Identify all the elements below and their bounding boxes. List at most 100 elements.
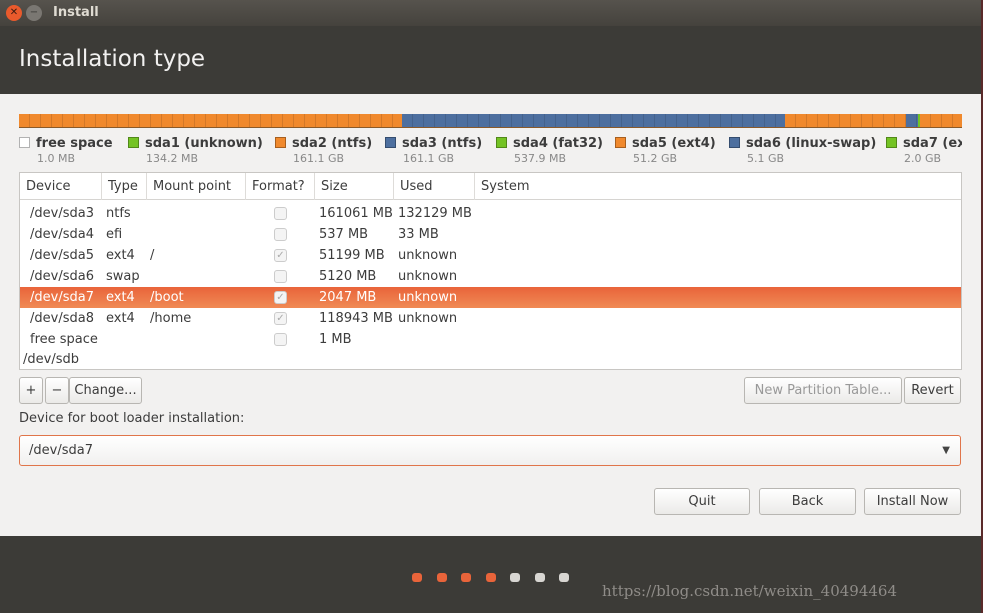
bootloader-device-select[interactable]: /dev/sda7 ▼ xyxy=(19,435,961,466)
new-partition-table-button[interactable]: New Partition Table... xyxy=(744,377,902,404)
legend-name: sda7 (ex xyxy=(903,136,962,151)
column-device[interactable]: Device xyxy=(20,173,102,200)
device-cell: /dev/sda4 xyxy=(30,227,94,242)
disk-row[interactable]: /dev/sdb xyxy=(20,349,961,369)
column-system[interactable]: System xyxy=(475,173,961,200)
partition-bar xyxy=(19,114,962,128)
format-checkbox[interactable] xyxy=(274,270,287,283)
mount-cell: /home xyxy=(150,311,192,326)
device-cell: /dev/sda3 xyxy=(30,206,94,221)
device-cell: /dev/sda8 xyxy=(30,311,94,326)
table-row[interactable]: /dev/sda3 ntfs 161061 MB 132129 MB xyxy=(20,203,961,224)
bootloader-label: Device for boot loader installation: xyxy=(19,411,245,426)
legend-name: sda3 (ntfs) xyxy=(402,136,483,151)
progress-dot xyxy=(510,573,520,582)
device-cell: /dev/sda6 xyxy=(30,269,94,284)
partition-segment xyxy=(920,114,962,127)
column-mount-point[interactable]: Mount point xyxy=(147,173,246,200)
type-cell: swap xyxy=(106,269,140,284)
table-row[interactable]: /dev/sda7 ext4 /boot ✓ 2047 MB unknown xyxy=(20,287,961,308)
bootloader-device-value: /dev/sda7 xyxy=(29,443,93,458)
table-row[interactable]: free space 1 MB xyxy=(20,329,961,350)
close-icon[interactable]: ✕ xyxy=(6,5,22,21)
mount-cell: /boot xyxy=(150,290,184,305)
legend-swatch xyxy=(275,137,286,148)
legend-size: 161.1 GB xyxy=(293,152,345,165)
size-cell: 51199 MB xyxy=(319,248,385,263)
legend-size: 161.1 GB xyxy=(403,152,455,165)
add-partition-button[interactable]: + xyxy=(19,377,43,404)
quit-button[interactable]: Quit xyxy=(654,488,750,515)
revert-button[interactable]: Revert xyxy=(904,377,961,404)
partition-segment xyxy=(906,114,918,127)
progress-dot xyxy=(436,573,447,582)
watermark: https://blog.csdn.net/weixin_40494464 xyxy=(602,582,898,600)
format-checkbox[interactable] xyxy=(274,333,287,346)
legend-size: 51.2 GB xyxy=(633,152,678,165)
legend-item: sda3 (ntfs) 161.1 GB xyxy=(385,136,483,165)
size-cell: 118943 MB xyxy=(319,311,393,326)
window-title: Install xyxy=(53,5,99,20)
device-cell: /dev/sda7 xyxy=(30,290,94,305)
legend-item: sda5 (ext4) 51.2 GB xyxy=(615,136,716,165)
device-cell: /dev/sda5 xyxy=(30,248,94,263)
remove-partition-button[interactable]: − xyxy=(45,377,69,404)
size-cell: 1 MB xyxy=(319,332,352,347)
install-now-button[interactable]: Install Now xyxy=(864,488,961,515)
legend-swatch xyxy=(496,137,507,148)
used-cell: unknown xyxy=(398,311,458,326)
legend-size: 537.9 MB xyxy=(514,152,567,165)
change-button[interactable]: Change... xyxy=(69,377,142,404)
partition-table[interactable]: Device Type Mount point Format? Size Use… xyxy=(19,172,962,370)
type-cell: ext4 xyxy=(106,311,135,326)
size-cell: 161061 MB xyxy=(319,206,393,221)
table-row[interactable]: /dev/sda4 efi 537 MB 33 MB xyxy=(20,224,961,245)
header: Installation type xyxy=(0,26,983,94)
legend-size: 1.0 MB xyxy=(37,152,76,165)
size-cell: 537 MB xyxy=(319,227,369,242)
legend-swatch xyxy=(729,137,740,148)
disk-name: /dev/sdb xyxy=(23,352,79,367)
table-row[interactable]: /dev/sda6 swap 5120 MB unknown xyxy=(20,266,961,287)
legend-swatch xyxy=(128,137,139,148)
table-row[interactable]: /dev/sda8 ext4 /home ✓ 118943 MB unknown xyxy=(20,308,961,329)
legend-item: sda2 (ntfs) 161.1 GB xyxy=(275,136,372,165)
minimize-icon[interactable]: − xyxy=(26,5,42,21)
format-checkbox[interactable]: ✓ xyxy=(274,249,287,262)
legend-name: sda4 (fat32) xyxy=(513,136,604,151)
back-button[interactable]: Back xyxy=(759,488,856,515)
legend-name: sda1 (unknown) xyxy=(145,136,263,151)
legend-item: sda1 (unknown) 134.2 MB xyxy=(128,136,263,165)
format-checkbox[interactable]: ✓ xyxy=(274,312,287,325)
legend-size: 2.0 GB xyxy=(904,152,942,165)
partition-segment xyxy=(784,114,907,127)
type-cell: ext4 xyxy=(106,290,135,305)
size-cell: 2047 MB xyxy=(319,290,377,305)
format-checkbox[interactable] xyxy=(274,228,287,241)
legend-swatch xyxy=(886,137,897,148)
column-size[interactable]: Size xyxy=(315,173,394,200)
used-cell: unknown xyxy=(398,290,458,305)
format-checkbox[interactable] xyxy=(274,207,287,220)
device-cell: free space xyxy=(30,332,98,347)
title-bar: ✕ − Install xyxy=(0,0,983,26)
legend-item: sda6 (linux-swap) 5.1 GB xyxy=(729,136,876,165)
column-type[interactable]: Type xyxy=(102,173,147,200)
footer: https://blog.csdn.net/weixin_40494464 xyxy=(0,536,983,613)
legend-swatch xyxy=(19,137,30,148)
column-used[interactable]: Used xyxy=(394,173,475,200)
used-cell: 132129 MB xyxy=(398,206,472,221)
legend-item: free space 1.0 MB xyxy=(19,136,113,165)
column-format[interactable]: Format? xyxy=(246,173,315,200)
partition-segment xyxy=(19,114,402,127)
legend-size: 134.2 MB xyxy=(146,152,199,165)
legend-item: sda7 (ex 2.0 GB xyxy=(886,136,962,165)
progress-dot xyxy=(412,573,422,582)
dropdown-arrow-icon: ▼ xyxy=(942,445,950,456)
used-cell: unknown xyxy=(398,269,458,284)
legend-name: sda5 (ext4) xyxy=(632,136,716,151)
progress-dot xyxy=(534,573,545,582)
format-checkbox[interactable]: ✓ xyxy=(274,291,287,304)
size-cell: 5120 MB xyxy=(319,269,377,284)
table-row[interactable]: /dev/sda5 ext4 / ✓ 51199 MB unknown xyxy=(20,245,961,266)
